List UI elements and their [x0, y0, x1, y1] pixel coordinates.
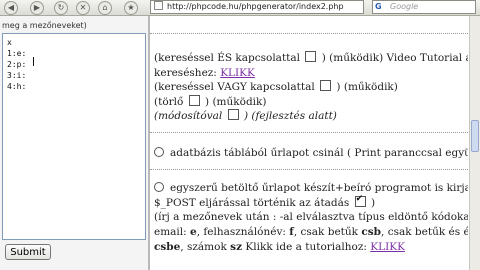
code-text: , számok: [180, 241, 227, 253]
post-method-row: $_POST eljárással történik az átadás ): [154, 194, 376, 211]
type-code-list-cont: csbe, számok sz Klikk ide a tutorialhoz:…: [154, 240, 405, 255]
address-bar[interactable]: http://phpcode.hu/phpgenerator/index2.ph…: [150, 0, 364, 14]
textarea-line: 3:i:: [7, 71, 27, 80]
search-input[interactable]: G Google: [372, 0, 476, 14]
code-email: e: [190, 226, 197, 238]
textarea-line: 2:p:: [7, 60, 27, 69]
code-text: , csak betűk és ékezetek: [381, 226, 468, 238]
delete-option-row: (törlő ) (működik): [154, 95, 267, 110]
option-label: (kereséssel ÉS kapcsolattal: [154, 52, 301, 64]
option-status: ) (működik): [336, 81, 398, 93]
type-code-instructions: (írj a mezőnevek után : -al elválasztva …: [154, 211, 468, 223]
tutorial-row: kereséshez: KLIKK: [154, 66, 255, 81]
simple-form-option-row: egyszerű betöltő űrlapot készít+beíró pr…: [154, 181, 468, 196]
simple-form-radio[interactable]: [154, 182, 164, 192]
scrollbar-thumb[interactable]: [471, 120, 479, 152]
code-text: email:: [154, 226, 187, 238]
back-icon[interactable]: ◀: [4, 1, 18, 15]
field-names-textarea[interactable]: x 1:e: 2:p: 3:i: 4:h:: [2, 33, 146, 240]
divider: [150, 132, 468, 133]
browser-toolbar: ◀ ▶ ↻ ✕ ⌂ ★ http://phpcode.hu/phpgenerat…: [0, 0, 480, 16]
divider: [150, 169, 468, 170]
delete-checkbox[interactable]: [188, 95, 200, 106]
stop-icon[interactable]: ✕: [76, 1, 90, 15]
divider: [150, 33, 468, 34]
textarea-line: x: [7, 38, 12, 47]
option-status: ) (működik): [205, 96, 267, 108]
tutorial-link[interactable]: KLIKK: [220, 67, 255, 79]
address-bar-url: http://phpcode.hu/phpgenerator/index2.ph…: [167, 2, 344, 11]
modify-option-row: (módosítóval ) (fejlesztés alatt): [154, 109, 337, 124]
page-favicon-icon: [154, 1, 163, 10]
option-label: $_POST eljárással történik az átadás: [154, 197, 350, 209]
right-frame-scrollbar[interactable]: [469, 16, 480, 270]
post-method-checkbox[interactable]: [354, 194, 366, 207]
textarea-line: 1:e:: [7, 49, 27, 58]
db-form-option-row: adatbázis táblából űrlapot csinál ( Prin…: [154, 146, 468, 161]
bookmark-icon[interactable]: ★: [124, 1, 138, 15]
option-label: (módosítóval: [154, 110, 223, 122]
option-status: ) (fejlesztés alatt): [243, 110, 337, 122]
code-letters: csb: [361, 226, 382, 238]
text-caret: [33, 57, 34, 66]
textarea-line: 4:h:: [7, 82, 27, 91]
option-label: adatbázis táblából űrlapot csinál ( Prin…: [170, 147, 468, 159]
type-code-tutorial-link[interactable]: KLIKK: [370, 241, 405, 253]
code-numbers: sz: [230, 241, 243, 253]
search-or-option-row: (kereséssel VAGY kapcsolattal ) (működik…: [154, 80, 398, 95]
option-status: ): [370, 197, 376, 209]
search-and-checkbox[interactable]: [305, 51, 317, 62]
option-label: (kereséssel VAGY kapcsolattal: [154, 81, 315, 93]
search-placeholder: Google: [390, 2, 419, 11]
home-icon[interactable]: ⌂: [98, 1, 112, 15]
google-icon: G: [375, 2, 382, 11]
code-text: Klikk ide a tutorialhoz:: [245, 241, 367, 253]
right-frame: (kereséssel ÉS kapcsolattal ) (működik) …: [150, 16, 468, 270]
forward-icon[interactable]: ▶: [30, 1, 44, 15]
type-code-list: email: e, felhasználónév: f, csak betűk …: [154, 225, 468, 240]
submit-button[interactable]: Submit: [5, 244, 51, 260]
code-text: , felhasználónév:: [196, 226, 286, 238]
search-or-checkbox[interactable]: [320, 80, 332, 91]
option-status: ) (működik) Video Tutorial a: [321, 52, 468, 64]
reload-icon[interactable]: ↻: [54, 1, 68, 15]
option-label: (törlő: [154, 96, 184, 108]
db-form-radio[interactable]: [154, 147, 164, 157]
tutorial-label: kereséshez:: [154, 67, 217, 79]
option-label: egyszerű betöltő űrlapot készít+beíró pr…: [170, 182, 468, 194]
field-names-hint: meg a mezőneveket): [2, 21, 87, 30]
code-accented: csbe: [154, 241, 181, 253]
search-and-option-row: (kereséssel ÉS kapcsolattal ) (működik) …: [154, 51, 468, 66]
modify-checkbox[interactable]: [227, 109, 239, 120]
code-text: , csak betűk: [293, 226, 359, 238]
